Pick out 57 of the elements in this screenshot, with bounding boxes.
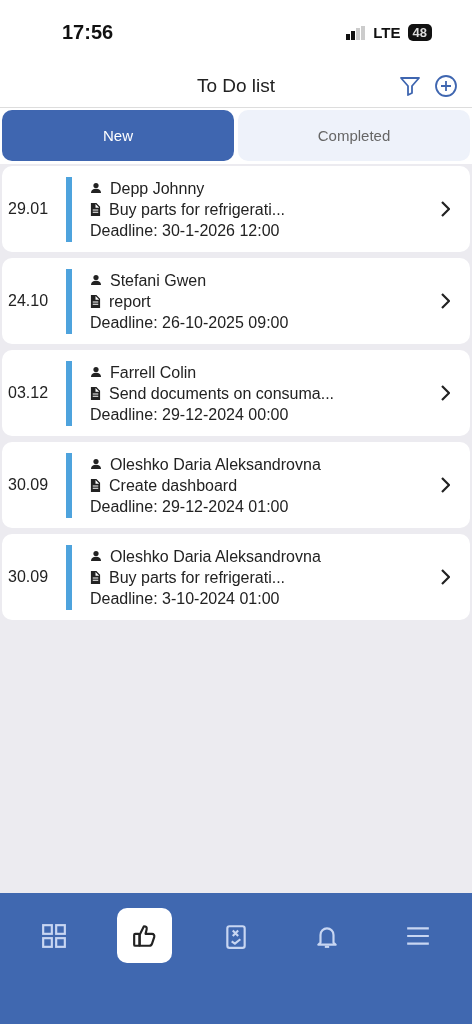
chevron-right-icon [440, 293, 450, 309]
tab[interactable]: New [2, 110, 234, 161]
filter-icon[interactable] [398, 74, 422, 98]
chevron-right-icon [440, 477, 450, 493]
assignee-name: Stefani Gwen [110, 270, 207, 290]
chevron-right-icon [440, 385, 450, 401]
task-date: 03.12 [8, 384, 50, 402]
clock-time: 17:56 [62, 21, 114, 44]
chevron-right-icon [440, 201, 450, 217]
accent-bar [66, 452, 72, 518]
person-icon [90, 458, 102, 470]
task-deadline: Deadline: 29-12-2024 01:00 [90, 496, 290, 516]
chevron-right-icon [440, 569, 450, 585]
task-deadline: Deadline: 3-10-2024 01:00 [90, 588, 281, 608]
document-icon [90, 570, 101, 584]
accent-bar [66, 268, 72, 334]
tab[interactable]: Completed [238, 110, 470, 161]
person-icon [90, 182, 102, 194]
accent-bar [66, 360, 72, 426]
accent-bar [66, 176, 72, 242]
document-icon [90, 294, 101, 308]
assignee-name: Oleshko Daria Aleksandrovna [110, 546, 321, 566]
assignee-name: Farrell Colin [110, 362, 197, 382]
signal-icon [346, 25, 367, 40]
task-card[interactable]: 29.01 Depp Johnny Buy parts for refrigerati... Deadline: 30-1-2026 12:00 [2, 166, 470, 252]
task-date: 24.10 [8, 292, 50, 310]
task-deadline: Deadline: 30-1-2026 12:00 [90, 220, 281, 240]
task-date: 30.09 [8, 568, 50, 586]
person-icon [90, 550, 102, 562]
battery-level: 48 [407, 24, 432, 41]
grid-icon [40, 922, 67, 949]
task-card[interactable]: 24.10 Stefani Gwen report Deadline: 26-10-2025 09:00 [2, 258, 470, 344]
nav-button[interactable] [117, 908, 173, 963]
task-deadline: Deadline: 29-12-2024 00:00 [90, 404, 290, 424]
document-icon [90, 386, 101, 400]
accent-bar [66, 544, 72, 610]
document-icon [90, 202, 101, 216]
thumbs-up-icon [131, 922, 158, 949]
task-card[interactable]: 30.09 Oleshko Daria Aleksandrovna Create dashboard Deadline: 29-12-2024 01:00 [2, 442, 470, 528]
task-title: Send documents on consuma... [109, 383, 335, 403]
person-icon [90, 274, 102, 286]
task-title: report [109, 291, 151, 311]
network-type: LTE [373, 24, 401, 41]
task-date: 30.09 [8, 476, 50, 494]
document-icon [90, 478, 101, 492]
task-title: Create dashboard [109, 475, 238, 495]
task-title: Buy parts for refrigerati... [109, 567, 286, 587]
task-title: Buy parts for refrigerati... [109, 199, 286, 219]
add-icon[interactable] [434, 74, 458, 98]
assignee-name: Oleshko Daria Aleksandrovna [110, 454, 321, 474]
person-icon [90, 366, 102, 378]
task-card[interactable]: 03.12 Farrell Colin Send documents on consuma... Deadline: 29-12-2024 00:00 [2, 350, 470, 436]
task-deadline: Deadline: 26-10-2025 09:00 [90, 312, 290, 332]
task-card[interactable]: 30.09 Oleshko Daria Aleksandrovna Buy parts for refrigerati... Deadline: 3-10-2024 01:00 [2, 534, 470, 620]
page-title: To Do list [196, 75, 276, 97]
assignee-name: Depp Johnny [110, 178, 205, 198]
task-date: 29.01 [8, 200, 50, 218]
